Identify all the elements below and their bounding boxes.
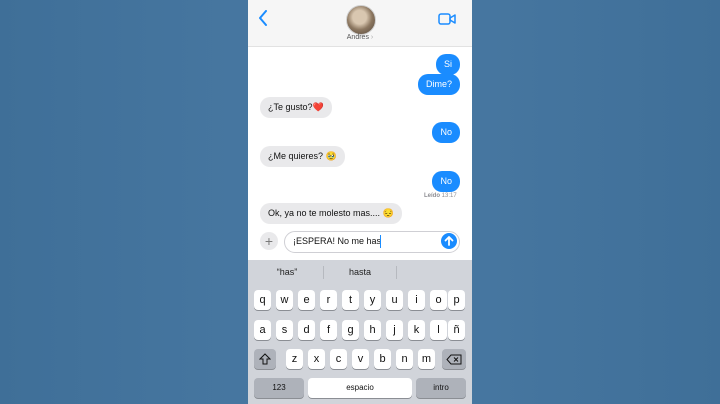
message-sent[interactable]: Si	[435, 54, 460, 75]
message-input[interactable]: ¡ESPERA! No me has	[284, 231, 460, 253]
key-a[interactable]: a	[254, 320, 271, 340]
key-b[interactable]: b	[374, 349, 391, 369]
numbers-key[interactable]: 123	[254, 378, 304, 398]
suggestion-1[interactable]: “has”	[250, 260, 324, 284]
key-w[interactable]: w	[276, 290, 293, 310]
key-e[interactable]: e	[298, 290, 315, 310]
key-v[interactable]: v	[352, 349, 369, 369]
message-received[interactable]: Ok, ya no te molesto mas.... 😔	[260, 203, 402, 224]
chevron-right-icon: ›	[368, 34, 374, 41]
keyboard: “has” hasta q w e r t y u i o p a s d f …	[248, 260, 472, 404]
key-t[interactable]: t	[342, 290, 359, 310]
key-i[interactable]: i	[408, 290, 425, 310]
avatar[interactable]	[346, 5, 376, 35]
key-k[interactable]: k	[408, 320, 425, 340]
text-caret	[380, 235, 381, 248]
space-key[interactable]: espacio	[308, 378, 412, 398]
message-sent[interactable]: Dime?	[417, 74, 460, 95]
plus-icon[interactable]: +	[260, 232, 278, 250]
key-n-tilde[interactable]: ñ	[448, 320, 465, 340]
key-j[interactable]: j	[386, 320, 403, 340]
key-u[interactable]: u	[386, 290, 403, 310]
key-l[interactable]: l	[430, 320, 447, 340]
key-d[interactable]: d	[298, 320, 315, 340]
suggestion-3[interactable]	[396, 260, 470, 284]
message-received[interactable]: ¿Me quieres? 🥹	[260, 146, 345, 167]
key-s[interactable]: s	[276, 320, 293, 340]
key-n[interactable]: n	[396, 349, 413, 369]
key-g[interactable]: g	[342, 320, 359, 340]
key-z[interactable]: z	[286, 349, 303, 369]
chevron-left-icon[interactable]	[258, 10, 272, 28]
key-f[interactable]: f	[320, 320, 337, 340]
contact-name[interactable]: Andres ›	[318, 34, 402, 41]
key-x[interactable]: x	[308, 349, 325, 369]
message-input-text: ¡ESPERA! No me has	[293, 236, 382, 246]
shift-icon[interactable]	[254, 349, 276, 369]
key-c[interactable]: c	[330, 349, 347, 369]
key-m[interactable]: m	[418, 349, 435, 369]
message-received[interactable]: ¿Te gusto?❤️	[260, 97, 332, 118]
return-key[interactable]: intro	[416, 378, 466, 398]
message-sent[interactable]: No	[432, 171, 460, 192]
messages-screen: Andres › Si Dime? ¿Te gusto?❤️ No ¿Me qu…	[248, 0, 472, 404]
key-h[interactable]: h	[364, 320, 381, 340]
key-p[interactable]: p	[448, 290, 465, 310]
read-receipt: Leído 13:17	[424, 193, 457, 199]
backspace-icon[interactable]	[442, 349, 466, 369]
key-r[interactable]: r	[320, 290, 337, 310]
key-o[interactable]: o	[430, 290, 447, 310]
message-sent[interactable]: No	[432, 122, 460, 143]
arrow-up-icon[interactable]	[441, 233, 457, 249]
suggestion-2[interactable]: hasta	[323, 260, 397, 284]
key-y[interactable]: y	[364, 290, 381, 310]
video-camera-icon[interactable]	[438, 12, 456, 26]
key-q[interactable]: q	[254, 290, 271, 310]
conversation-header: Andres ›	[248, 0, 472, 47]
